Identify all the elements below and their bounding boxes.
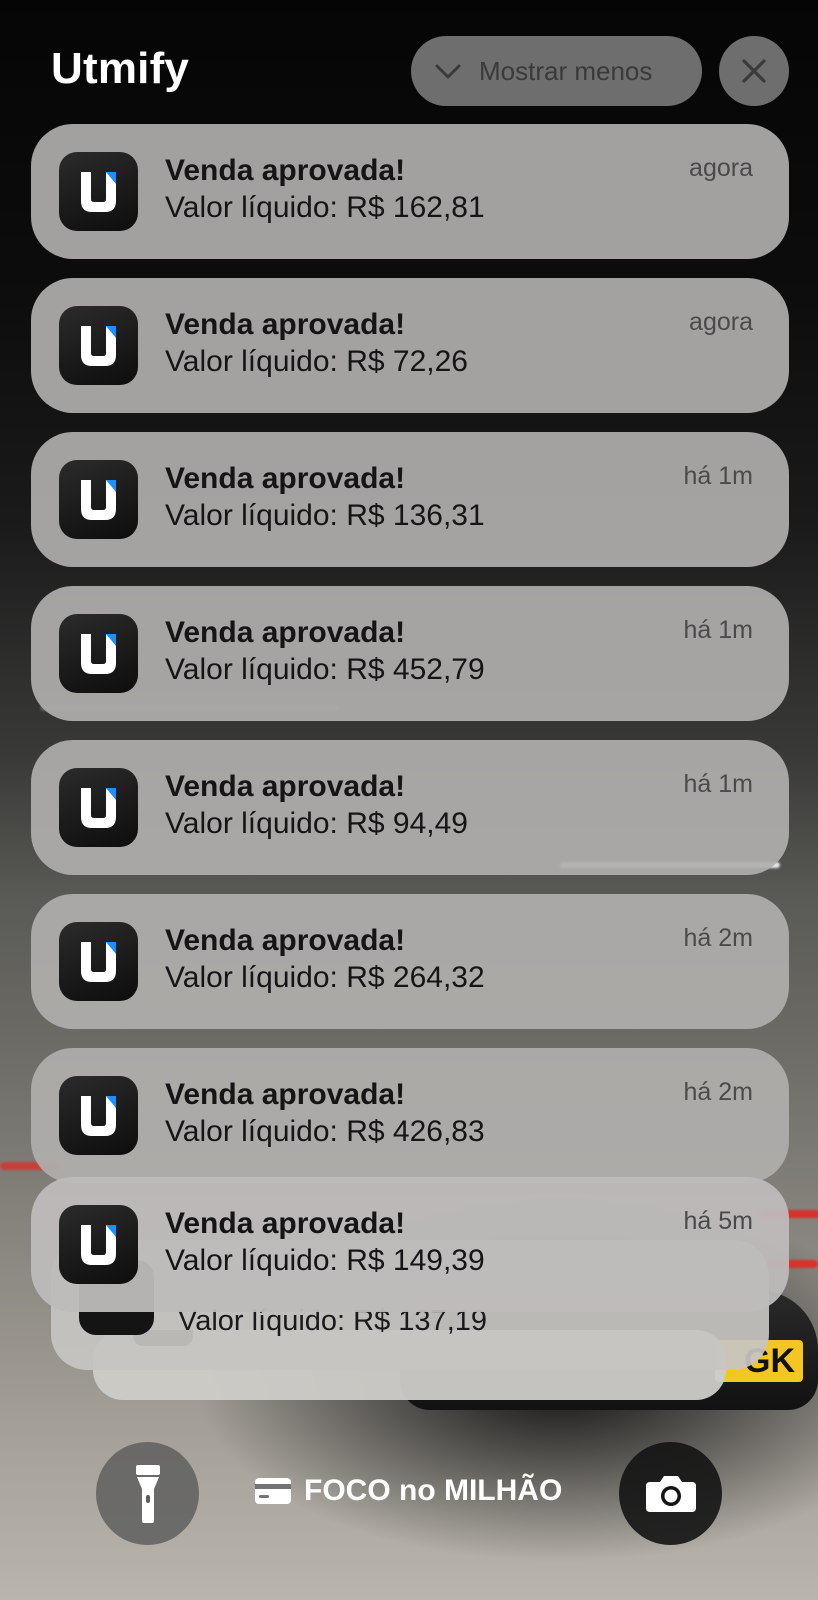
notification-time: há 5m (683, 1207, 753, 1235)
notification-time: há 2m (683, 1078, 753, 1106)
utmify-app-icon (59, 1076, 138, 1155)
notification-title: Venda aprovada! (165, 616, 406, 649)
utmify-app-icon (59, 460, 138, 539)
notification-title: Venda aprovada! (165, 1078, 406, 1111)
notification[interactable]: Venda aprovada! Valor líquido: R$ 136,31… (31, 432, 789, 567)
notification-body: Valor líquido: R$ 72,26 (165, 345, 468, 378)
notification-stack: Valor líquido: R$ 137,19 Venda aprovada!… (0, 0, 818, 1600)
notification[interactable]: Venda aprovada! Valor líquido: R$ 426,83… (31, 1048, 789, 1183)
utmify-app-icon (59, 922, 138, 1001)
camera-button[interactable] (619, 1442, 722, 1545)
notification[interactable]: Venda aprovada! Valor líquido: R$ 264,32… (31, 894, 789, 1029)
notification[interactable]: Venda aprovada! Valor líquido: R$ 452,79… (31, 586, 789, 721)
notification-time: há 1m (683, 462, 753, 490)
notification[interactable]: Venda aprovada! Valor líquido: R$ 162,81… (31, 124, 789, 259)
notification-body: Valor líquido: R$ 426,83 (165, 1115, 485, 1148)
notification-time: há 2m (683, 924, 753, 952)
notification-title: Venda aprovada! (165, 924, 406, 957)
flashlight-button[interactable] (96, 1442, 199, 1545)
notification-time: há 1m (683, 770, 753, 798)
notification-time: há 1m (683, 616, 753, 644)
notification-title: Venda aprovada! (165, 770, 406, 803)
utmify-app-icon (59, 614, 138, 693)
utmify-app-icon (59, 306, 138, 385)
focus-mode-indicator[interactable]: FOCO no MILHÃO (254, 1474, 562, 1508)
flashlight-icon (135, 1464, 160, 1523)
utmify-app-icon (59, 768, 138, 847)
focus-mode-label: FOCO no MILHÃO (304, 1474, 563, 1507)
notification-body: Valor líquido: R$ 94,49 (165, 807, 468, 840)
notification-title: Venda aprovada! (165, 462, 406, 495)
notification-body: Valor líquido: R$ 452,79 (165, 653, 485, 686)
notification-time: agora (689, 308, 753, 336)
notification-body: Valor líquido: R$ 264,32 (165, 961, 485, 994)
notification-time: agora (689, 154, 753, 182)
notification[interactable]: Venda aprovada! Valor líquido: R$ 94,49 … (31, 740, 789, 875)
utmify-app-icon (59, 152, 138, 231)
notification[interactable]: Venda aprovada! Valor líquido: R$ 72,26 … (31, 278, 789, 413)
card-icon (255, 1478, 291, 1504)
notification-title: Venda aprovada! (165, 154, 406, 187)
notification[interactable]: Venda aprovada! Valor líquido: R$ 149,39… (31, 1177, 789, 1312)
notification-title: Venda aprovada! (165, 1207, 406, 1240)
utmify-app-icon (59, 1205, 138, 1284)
notification-body: Valor líquido: R$ 136,31 (165, 499, 485, 532)
camera-icon (645, 1475, 696, 1512)
notification-body: Valor líquido: R$ 149,39 (165, 1244, 485, 1277)
notification-title: Venda aprovada! (165, 308, 406, 341)
notification-body: Valor líquido: R$ 162,81 (165, 191, 485, 224)
